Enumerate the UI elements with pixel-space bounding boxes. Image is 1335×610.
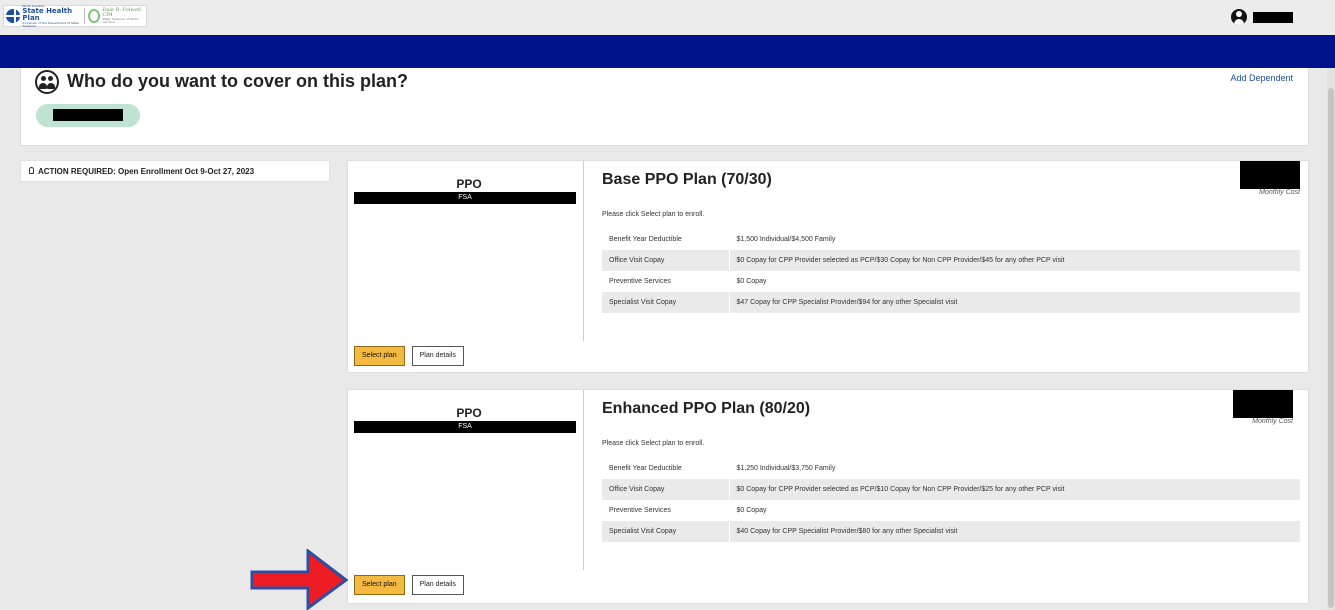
table-row: Specialist Visit Copay $47 Copay for CPP …: [602, 292, 1300, 313]
member-chip[interactable]: [36, 104, 140, 127]
lightbulb-icon: [29, 167, 34, 174]
plan-actions: Select plan Plan details: [354, 575, 464, 595]
select-plan-button[interactable]: Select plan: [354, 575, 405, 595]
user-name-redacted: [1253, 11, 1293, 23]
logo-divider: [83, 8, 85, 24]
benefit-value: $0 Copay: [736, 507, 767, 514]
page-scrollbar[interactable]: [1327, 68, 1335, 610]
benefit-value: $47 Copay for CPP Specialist Provider/$9…: [729, 292, 1300, 313]
coverage-title: Who do you want to cover on this plan?: [67, 71, 408, 91]
monthly-cost-redacted: [1240, 161, 1300, 189]
scrollbar-thumb[interactable]: [1328, 88, 1334, 608]
monthly-cost-label: Monthly Cost: [1252, 418, 1293, 425]
benefit-label: Benefit Year Deductible: [602, 229, 730, 250]
user-menu[interactable]: [1231, 9, 1293, 25]
plan-actions: Select plan Plan details: [354, 346, 464, 366]
globe-logo-icon: [6, 9, 21, 23]
table-row: Benefit Year Deductible $1,500 Individual…: [602, 229, 1300, 250]
top-bar: North Carolina State Health Plan A Divis…: [0, 0, 1335, 35]
table-row: Benefit Year Deductible $1,250 Individual…: [602, 458, 1300, 479]
member-name-redacted: [53, 109, 123, 121]
plan-type-label: PPO: [456, 177, 482, 191]
user-icon[interactable]: [1231, 9, 1247, 25]
plan-account-badge: FSA: [354, 421, 576, 433]
nav-bar: [0, 35, 1335, 68]
benefits-table: Benefit Year Deductible $1,250 Individual…: [602, 458, 1300, 542]
benefit-label: Benefit Year Deductible: [602, 458, 730, 479]
benefit-value: $0 Copay: [736, 278, 767, 285]
state-health-plan-logo[interactable]: North Carolina State Health Plan A Divis…: [3, 4, 147, 28]
benefits-table: Benefit Year Deductible $1,500 Individual…: [602, 229, 1300, 313]
plan-account-badge: FSA: [354, 192, 576, 204]
enroll-instruction: Please click Select plan to enroll.: [602, 211, 705, 218]
benefit-value: $1,250 Individual/$3,750 Family: [736, 465, 836, 472]
enrollment-notice: ACTION REQUIRED: Open Enrollment Oct 9-O…: [20, 160, 330, 182]
logo-org-name: State Health Plan: [22, 6, 73, 22]
monthly-cost-redacted: [1233, 390, 1293, 418]
benefit-label: Preventive Services: [602, 500, 730, 521]
plan-type-column: PPO FSA: [354, 161, 584, 341]
table-row: Preventive Services $0 Copay: [602, 500, 1300, 521]
treasurer-seal-icon: [88, 9, 101, 23]
treasurer-subtitle: State Treasurer of North Carolina: [102, 17, 139, 24]
table-row: Specialist Visit Copay $40 Copay for CPP …: [602, 521, 1300, 542]
annotation-arrow-icon: [250, 549, 348, 610]
plan-type-column: PPO FSA: [354, 390, 584, 570]
benefit-value: $0 Copay for CPP Provider selected as PC…: [729, 250, 1300, 271]
treasurer-text: Dale R. Folwell, CPA State Treasurer of …: [102, 8, 144, 24]
select-plan-button[interactable]: Select plan: [354, 346, 405, 366]
enroll-instruction: Please click Select plan to enroll.: [602, 440, 705, 447]
benefit-label: Specialist Visit Copay: [602, 521, 730, 542]
add-dependent-link[interactable]: Add Dependent: [1230, 73, 1293, 83]
table-row: Office Visit Copay $0 Copay for CPP Provi…: [602, 479, 1300, 500]
enrollment-notice-text: ACTION REQUIRED: Open Enrollment Oct 9-O…: [38, 167, 255, 176]
people-icon: [35, 70, 59, 94]
plan-name: Enhanced PPO Plan (80/20): [602, 400, 811, 417]
plan-card-enhanced-ppo: PPO FSA Enhanced PPO Plan (80/20) Monthl…: [347, 389, 1309, 604]
table-row: Office Visit Copay $0 Copay for CPP Provi…: [602, 250, 1300, 271]
benefit-label: Preventive Services: [602, 271, 730, 292]
plan-details-button[interactable]: Plan details: [411, 346, 464, 366]
benefit-label: Office Visit Copay: [602, 479, 730, 500]
monthly-cost-label: Monthly Cost: [1259, 189, 1300, 196]
plan-name: Base PPO Plan (70/30): [602, 171, 772, 188]
plan-details-button[interactable]: Plan details: [411, 575, 464, 595]
plan-card-base-ppo: PPO FSA Base PPO Plan (70/30) Monthly Co…: [347, 160, 1309, 373]
benefit-value: $0 Copay for CPP Provider selected as PC…: [729, 479, 1300, 500]
logo-org-tagline: A Division of the Department of State Tr…: [22, 20, 79, 28]
benefit-label: Specialist Visit Copay: [602, 292, 730, 313]
table-row: Preventive Services $0 Copay: [602, 271, 1300, 292]
coverage-panel: Who do you want to cover on this plan? A…: [20, 68, 1309, 146]
plan-type-label: PPO: [456, 406, 482, 420]
benefit-label: Office Visit Copay: [602, 250, 730, 271]
logo-text: North Carolina State Health Plan A Divis…: [22, 4, 79, 28]
benefit-value: $40 Copay for CPP Specialist Provider/$8…: [729, 521, 1300, 542]
benefit-value: $1,500 Individual/$4,500 Family: [736, 236, 836, 243]
